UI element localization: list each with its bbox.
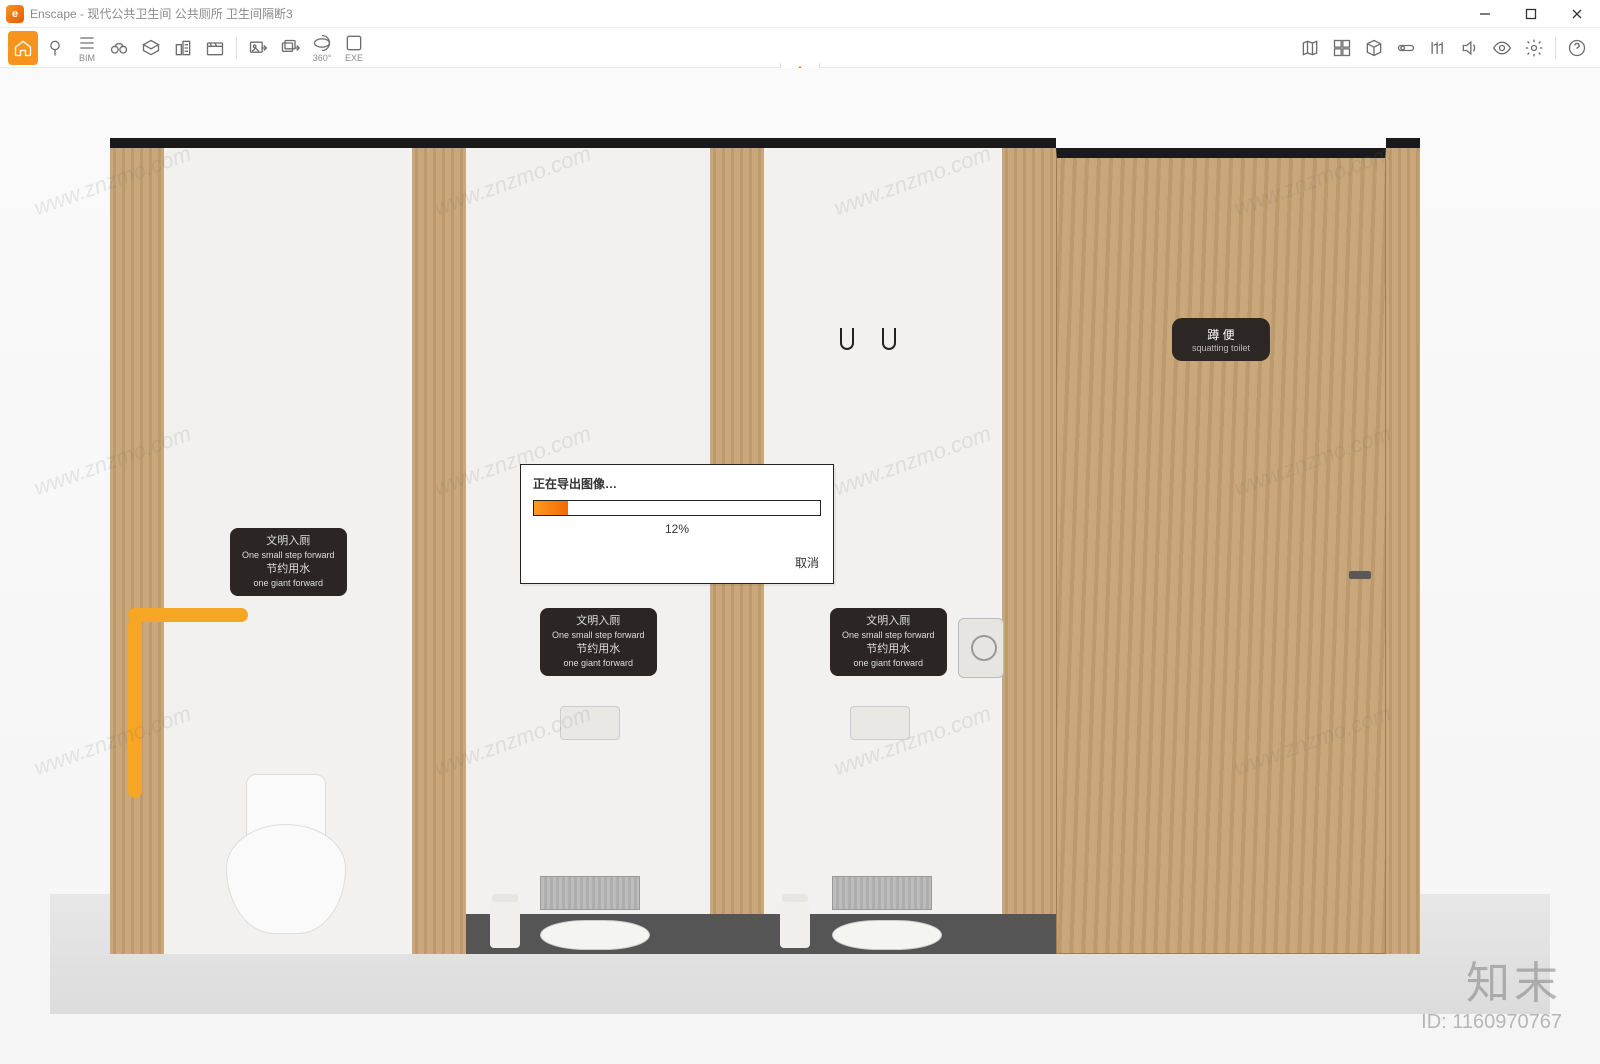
export-360-button[interactable]: 360° [307, 31, 337, 65]
vent-grille [540, 876, 640, 910]
partition-panel [1002, 138, 1056, 954]
partition-panel [412, 138, 466, 954]
main-toolbar: BIM 360° EXE [0, 28, 1600, 68]
brand-name: 知末 [1421, 947, 1562, 1011]
grab-rail-icon [128, 618, 142, 798]
progress-bar-fill [534, 501, 568, 515]
etiquette-sign: 文明入厕 One small step forward 节约用水 one gia… [230, 528, 347, 596]
partition-panel [1386, 138, 1420, 954]
perspective-button[interactable] [136, 31, 166, 65]
titlebar: e Enscape - 现代公共卫生间 公共厕所 卫生间隔断3 [0, 0, 1600, 28]
squat-pan [832, 920, 942, 950]
door-type-sign: 蹲 便 squatting toilet [1172, 318, 1270, 361]
map-view-button[interactable] [1295, 31, 1325, 65]
materials-button[interactable] [1359, 31, 1389, 65]
hook-icon [840, 328, 854, 350]
export-exe-button[interactable]: EXE [339, 31, 369, 65]
etiquette-sign: 文明入厕 One small step forward 节约用水 one gia… [540, 608, 657, 676]
flush-plate [560, 706, 620, 740]
export-batch-button[interactable] [275, 31, 305, 65]
grab-rail-icon [128, 608, 248, 622]
asset-library-button[interactable] [1327, 31, 1357, 65]
trash-bin [780, 900, 810, 948]
settings-button[interactable] [1519, 31, 1549, 65]
visibility-button[interactable] [1487, 31, 1517, 65]
stall-door-closed: 蹲 便 squatting toilet [1056, 148, 1386, 954]
coat-hooks [840, 328, 896, 350]
home-button[interactable] [8, 31, 38, 65]
window-controls [1462, 0, 1600, 28]
binoculars-button[interactable] [104, 31, 134, 65]
app-logo-icon: e [6, 5, 24, 23]
door-handle-icon [1349, 571, 1371, 579]
toilet-fixture [226, 774, 346, 934]
sound-button[interactable] [1455, 31, 1485, 65]
image-id: ID: 1160970767 [1421, 1011, 1562, 1034]
toolbar-separator [236, 37, 237, 59]
minimize-button[interactable] [1462, 0, 1508, 28]
window-title: Enscape - 现代公共卫生间 公共厕所 卫生间隔断3 [30, 5, 1462, 22]
etiquette-sign: 文明入厕 One small step forward 节约用水 one gia… [830, 608, 947, 676]
buildings-button[interactable] [168, 31, 198, 65]
partition-panel [110, 138, 164, 954]
bim-button[interactable]: BIM [72, 31, 102, 65]
progress-percent: 12% [533, 522, 821, 536]
toggle-button[interactable] [1391, 31, 1421, 65]
flush-plate [850, 706, 910, 740]
progress-bar [533, 500, 821, 516]
close-button[interactable] [1554, 0, 1600, 28]
toolbar-separator [1555, 37, 1556, 59]
paper-dispenser [958, 618, 1004, 678]
maximize-button[interactable] [1508, 0, 1554, 28]
dialog-message: 正在导出图像… [533, 475, 821, 492]
trash-bin [490, 900, 520, 948]
squat-pan [540, 920, 650, 950]
hook-icon [882, 328, 896, 350]
help-button[interactable] [1562, 31, 1592, 65]
video-button[interactable] [200, 31, 230, 65]
views-button[interactable] [1423, 31, 1453, 65]
source-brand: 知末 ID: 1160970767 [1421, 947, 1562, 1034]
pin-button[interactable] [40, 31, 70, 65]
vent-grille [832, 876, 932, 910]
export-image-button[interactable] [243, 31, 273, 65]
export-progress-dialog: 正在导出图像… 12% 取消 [520, 464, 834, 584]
cancel-button[interactable]: 取消 [793, 550, 821, 575]
render-viewport[interactable]: 文明入厕 One small step forward 节约用水 one gia… [0, 68, 1600, 1064]
